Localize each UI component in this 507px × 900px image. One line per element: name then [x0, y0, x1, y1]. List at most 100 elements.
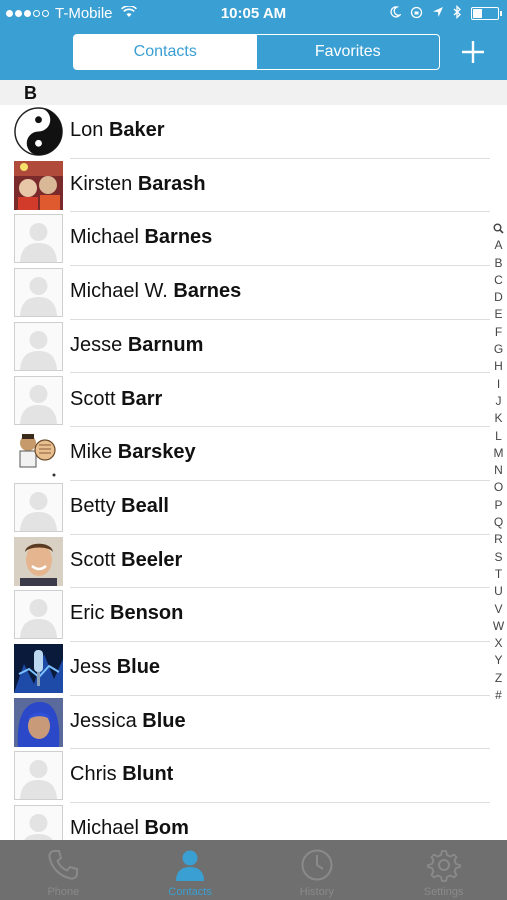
contact-photo — [14, 644, 63, 693]
contact-row[interactable]: Chris Blunt — [0, 749, 490, 804]
gear-icon — [425, 846, 463, 884]
contact-avatar-placeholder — [14, 214, 63, 264]
contact-last-name: Blunt — [122, 763, 174, 786]
contacts-favorites-segmented-control: Contacts Favorites — [73, 34, 440, 70]
tab-contacts-bottom[interactable]: Contacts — [127, 840, 254, 900]
contact-last-name: Baker — [108, 119, 165, 141]
index-letter[interactable]: G — [490, 341, 507, 358]
contact-row[interactable]: Jessica Blue — [0, 696, 490, 750]
index-letter[interactable]: U — [490, 583, 507, 600]
index-letter[interactable]: Y — [490, 652, 507, 669]
person-silhouette-icon — [20, 491, 57, 531]
contact-first-name: Scott — [70, 387, 116, 410]
index-letter[interactable]: J — [490, 393, 507, 410]
contact-last-name: Bom — [144, 817, 189, 840]
index-letter[interactable]: T — [490, 566, 507, 583]
contact-row[interactable]: Kirsten Barash — [0, 159, 490, 213]
contact-row[interactable]: Jess Blue — [0, 642, 490, 696]
index-letter[interactable]: D — [490, 289, 507, 306]
contact-avatar — [14, 644, 63, 693]
contact-avatar-placeholder — [14, 482, 63, 532]
person-silhouette-icon — [20, 330, 57, 370]
index-letter[interactable]: S — [490, 549, 507, 566]
contact-row[interactable]: Jesse Barnum — [0, 320, 490, 374]
contact-last-name: Barnum — [127, 333, 204, 356]
index-letter[interactable]: Z — [490, 670, 507, 687]
tab-label: Contacts — [168, 886, 212, 898]
contact-row[interactable]: Mike Barskey — [0, 427, 490, 481]
contact-last-name: Barnes — [144, 226, 213, 249]
contact-last-name: Blue — [142, 709, 186, 732]
header: T-Mobile 10:05 AM Contacts Favorites — [0, 0, 507, 80]
index-letter[interactable]: Q — [490, 514, 507, 531]
contact-last-name: Barr — [121, 387, 163, 410]
tab-label: History — [299, 886, 334, 898]
tab-contacts[interactable]: Contacts — [74, 35, 257, 69]
status-right — [389, 4, 502, 22]
bottom-tab-bar: Phone Contacts History Settings — [0, 840, 507, 900]
index-letter[interactable]: M — [490, 445, 507, 462]
contact-row[interactable]: Betty Beall — [0, 481, 490, 535]
index-letter[interactable]: N — [490, 462, 507, 479]
contact-last-name: Beall — [121, 494, 169, 517]
contact-avatar — [14, 429, 63, 479]
person-silhouette-icon — [20, 599, 57, 639]
contact-last-name: Beeler — [121, 548, 183, 571]
battery-icon — [471, 7, 502, 20]
tab-favorites[interactable]: Favorites — [257, 35, 440, 69]
index-search-icon[interactable] — [493, 220, 504, 237]
contact-first-name: Michael — [70, 817, 139, 840]
index-letter[interactable]: W — [490, 618, 507, 635]
index-letter[interactable]: # — [490, 687, 507, 704]
contact-row[interactable]: Scott Barr — [0, 374, 490, 428]
phone-icon — [44, 846, 82, 884]
index-letter[interactable]: P — [490, 497, 507, 514]
contact-avatar — [14, 536, 63, 586]
index-letter[interactable]: C — [490, 272, 507, 289]
tab-settings[interactable]: Settings — [380, 840, 507, 900]
contact-row[interactable]: Michael W. Barnes — [0, 266, 490, 320]
contact-first-name: Betty — [70, 494, 116, 517]
contact-photo — [14, 697, 63, 747]
index-letter[interactable]: V — [490, 601, 507, 618]
contact-last-name: Barskey — [117, 441, 196, 464]
index-letter[interactable]: A — [490, 237, 507, 254]
index-letter[interactable]: R — [490, 531, 507, 548]
person-silhouette-icon — [20, 277, 57, 317]
contact-avatar-placeholder — [14, 751, 63, 801]
index-letter[interactable]: K — [490, 410, 507, 427]
alphabet-index-bar[interactable]: A B C D E F G H I J K L M N O P Q R S T … — [490, 220, 507, 704]
tab-label: Settings — [423, 886, 464, 898]
contact-row[interactable]: Michael Bom — [0, 803, 490, 840]
index-letter[interactable]: O — [490, 479, 507, 496]
person-silhouette-icon — [20, 760, 57, 800]
contact-row[interactable]: Scott Beeler — [0, 535, 490, 589]
index-letter[interactable]: X — [490, 635, 507, 652]
contact-last-name: Barnes — [173, 280, 242, 303]
contact-first-name: Jessica — [70, 709, 137, 732]
contact-first-name: Michael W. — [70, 280, 168, 303]
contact-list: Lon Baker Kirsten Barash Michael Barnes — [0, 105, 507, 840]
index-letter[interactable]: E — [490, 306, 507, 323]
contact-row[interactable]: Eric Benson — [0, 588, 490, 642]
tab-label: Phone — [47, 886, 80, 898]
contact-first-name: Eric — [70, 602, 105, 625]
contact-row[interactable]: Lon Baker — [0, 105, 490, 159]
contact-avatar — [14, 697, 63, 747]
contact-avatar-placeholder — [14, 590, 63, 640]
index-letter[interactable]: H — [490, 358, 507, 375]
contact-last-name: Blue — [116, 656, 161, 678]
index-letter[interactable]: B — [490, 255, 507, 272]
contact-avatar — [14, 107, 63, 156]
add-contact-button[interactable] — [456, 32, 490, 72]
contact-photo — [14, 160, 63, 210]
contact-avatar-placeholder — [14, 375, 63, 425]
index-letter[interactable]: F — [490, 324, 507, 341]
contact-row[interactable]: Michael Barnes — [0, 212, 490, 267]
contact-last-name: Barash — [137, 172, 206, 195]
index-letter[interactable]: L — [490, 428, 507, 445]
tab-phone[interactable]: Phone — [0, 840, 127, 900]
contact-first-name: Lon — [70, 119, 104, 141]
index-letter[interactable]: I — [490, 376, 507, 393]
tab-history[interactable]: History — [254, 840, 381, 900]
